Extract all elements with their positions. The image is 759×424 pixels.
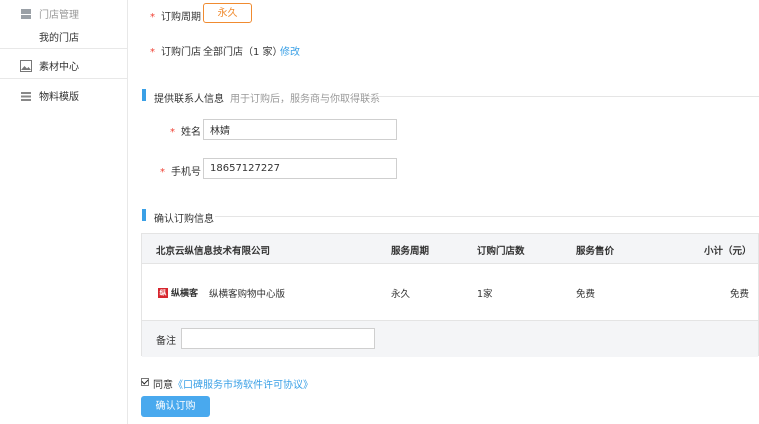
store-edit-link[interactable]: 修改 (280, 43, 300, 58)
required-mark: * (150, 47, 155, 58)
logo-mark: 纵 (158, 287, 168, 298)
price-cell: 免费 (576, 289, 596, 300)
sidebar-item-label: 物料模版 (39, 92, 79, 103)
divider (215, 216, 759, 217)
required-mark: * (160, 167, 165, 178)
sidebar-item-store-manage[interactable]: 门店管理 (20, 6, 79, 21)
sidebar-item-my-store[interactable]: 我的门店 (39, 29, 79, 44)
sidebar: 门店管理 我的门店 素材中心 物料模版 (0, 0, 128, 424)
period-option-permanent[interactable]: 永久 (203, 3, 252, 23)
column-header: 订购门店数 (477, 246, 525, 257)
remark-label: 备注 (156, 336, 176, 347)
column-header: 北京云纵信息技术有限公司 (156, 246, 271, 257)
store-value: 全部门店（1 家） (203, 47, 283, 58)
store-icon (20, 8, 32, 20)
image-icon (20, 59, 32, 72)
agreement-link[interactable]: 《口碑服务市场软件许可协议》 (173, 380, 313, 391)
confirm-section-title: 确认订购信息 (154, 214, 214, 225)
layers-icon (20, 90, 32, 102)
logo-text: 纵横客 (171, 289, 199, 299)
name-label: * 姓名 (170, 127, 201, 138)
product-logo: 纵 纵横客 (158, 286, 198, 299)
remark-row: 备注 (142, 320, 758, 357)
required-mark: * (150, 12, 155, 23)
column-header: 服务售价 (576, 246, 615, 257)
order-table: 北京云纵信息技术有限公司 服务周期 订购门店数 服务售价 小计（元） 纵 纵横客… (141, 233, 759, 357)
divider (364, 96, 759, 97)
divider (0, 78, 127, 79)
phone-input[interactable] (203, 158, 397, 179)
sidebar-item-label: 素材中心 (39, 62, 79, 73)
table-header: 北京云纵信息技术有限公司 服务周期 订购门店数 服务售价 小计（元） (142, 234, 758, 264)
column-header: 小计（元） (704, 246, 752, 257)
subtotal-cell: 免费 (730, 289, 750, 300)
section-marker (142, 89, 146, 101)
main-content: * 订购周期 永久 * 订购门店 全部门店（1 家） 修改 提供联系人信息 用于订购后… (128, 0, 759, 424)
sidebar-item-material-template[interactable]: 物料模版 (20, 88, 79, 103)
contact-section-title: 提供联系人信息 用于订购后，服务商与你取得联系 (154, 94, 380, 105)
section-marker (142, 209, 146, 221)
column-header: 服务周期 (391, 246, 430, 257)
remark-input[interactable] (181, 328, 375, 349)
product-name: 纵横客购物中心版 (209, 289, 286, 300)
name-input[interactable] (203, 119, 397, 140)
stores-cell: 1家 (477, 289, 493, 300)
store-label: * 订购门店 (150, 47, 201, 58)
period-cell: 永久 (391, 289, 411, 300)
required-mark: * (170, 127, 175, 138)
agree-checkbox[interactable] (141, 378, 149, 386)
divider (0, 48, 127, 49)
period-label: * 订购周期 (150, 12, 201, 23)
confirm-order-button[interactable]: 确认订购 (141, 396, 210, 417)
sidebar-item-label: 门店管理 (39, 10, 79, 21)
agreement-text: 同意《口碑服务市场软件许可协议》 (153, 380, 313, 391)
phone-label: * 手机号 (160, 167, 201, 178)
sidebar-item-material-center[interactable]: 素材中心 (20, 58, 79, 73)
